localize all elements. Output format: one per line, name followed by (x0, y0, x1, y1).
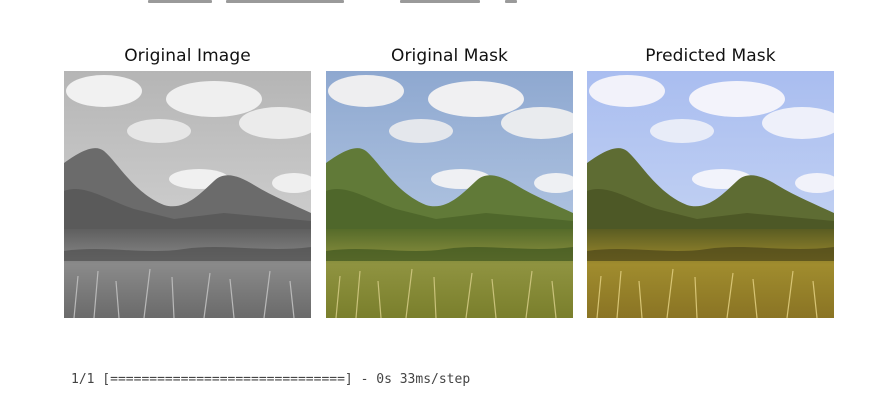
progress-log-line: 1/1 [==============================] - 0… (71, 372, 471, 387)
panel-title-predicted-mask: Predicted Mask (645, 46, 776, 66)
cutoff-text-row (0, 0, 873, 4)
predicted-mask (587, 71, 834, 318)
panel-title-original-image: Original Image (124, 46, 251, 66)
original-mask (326, 71, 573, 318)
panel-title-original-mask: Original Mask (390, 46, 508, 66)
original-image (64, 71, 311, 318)
